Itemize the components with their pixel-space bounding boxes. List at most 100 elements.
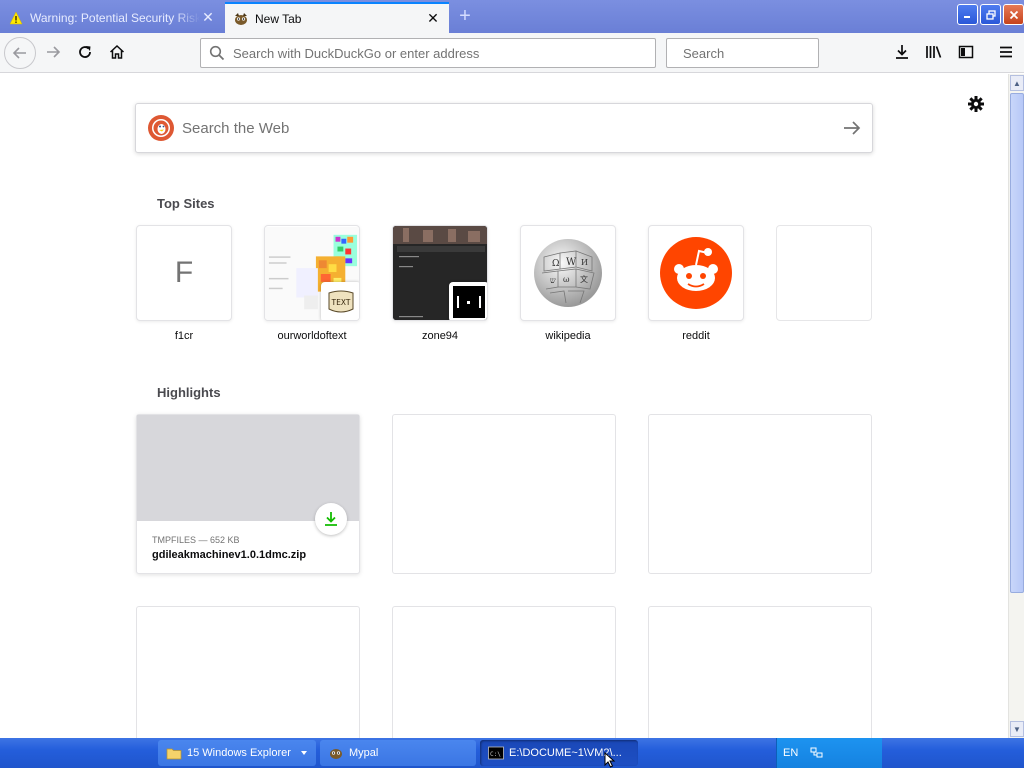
- tab-bar: Warning: Potential Security Risk Ahead ✕…: [0, 0, 1024, 33]
- reload-button[interactable]: [71, 38, 99, 66]
- highlight-thumbnail: [137, 415, 359, 535]
- tab-new-tab[interactable]: New Tab ✕: [225, 2, 449, 33]
- top-site-ourworldoftext[interactable]: TEXT ourworldoftext: [264, 225, 360, 342]
- top-site-tile[interactable]: TEXT: [264, 225, 360, 321]
- windows-taskbar: 15 Windows Explorer Mypal C:\ E:\DOCUME~…: [0, 738, 1024, 768]
- highlight-card-placeholder: [392, 414, 616, 574]
- web-search-input[interactable]: [182, 119, 832, 137]
- top-site-label: ourworldoftext: [277, 330, 347, 342]
- svg-text:ω: ω: [563, 275, 570, 284]
- minimize-button[interactable]: [957, 4, 978, 25]
- svg-text:И: И: [581, 258, 588, 267]
- library-button[interactable]: [920, 38, 948, 66]
- sidebar-button[interactable]: [952, 38, 980, 66]
- web-search-box[interactable]: [135, 103, 873, 153]
- taskbar-item-label: Mypal: [349, 747, 379, 759]
- address-bar[interactable]: [200, 38, 656, 68]
- highlight-card-placeholder: [648, 414, 872, 574]
- search-bar[interactable]: [666, 38, 859, 68]
- hamburger-menu-icon: [1000, 46, 1012, 58]
- vertical-scrollbar[interactable]: ▲ ▼: [1008, 74, 1024, 738]
- navigation-toolbar: [0, 33, 1024, 73]
- search-submit-arrow-icon[interactable]: [832, 108, 872, 148]
- window-controls: [957, 4, 1024, 25]
- reddit-logo-icon: [660, 237, 732, 309]
- top-site-label: wikipedia: [545, 330, 591, 342]
- sidebar-icon: [958, 45, 974, 59]
- svg-text:C:\: C:\: [490, 751, 501, 758]
- mouse-cursor-icon: [604, 752, 616, 768]
- site-letter: F: [174, 256, 194, 289]
- highlight-card-placeholder: [136, 606, 360, 738]
- back-button[interactable]: [4, 37, 36, 69]
- highlights-heading: Highlights: [157, 385, 221, 400]
- top-site-f1cr[interactable]: F f1cr: [136, 225, 232, 342]
- top-site-label: zone94: [421, 330, 459, 342]
- new-tab-page: Top Sites F f1cr TEXT ourworldoftext: [0, 74, 1008, 738]
- warning-icon: [8, 10, 24, 26]
- top-site-wikipedia[interactable]: ΩWИ שω 文 wikipedia: [520, 225, 616, 342]
- svg-text:Ω: Ω: [552, 259, 559, 269]
- restore-button[interactable]: [980, 4, 1001, 25]
- search-input[interactable]: [683, 45, 859, 61]
- duckduckgo-logo-icon: [148, 115, 174, 141]
- forward-arrow-icon: [47, 46, 61, 58]
- new-tab-button[interactable]: +: [454, 6, 476, 28]
- reload-icon: [79, 46, 91, 58]
- top-site-reddit[interactable]: reddit: [648, 225, 744, 342]
- address-input[interactable]: [233, 45, 655, 61]
- zone94-logo-icon: [449, 282, 487, 320]
- mypal-icon: [330, 749, 342, 759]
- ourworldoftext-logo-icon: TEXT: [321, 282, 359, 320]
- search-icon: [209, 45, 225, 61]
- home-button[interactable]: [103, 38, 131, 66]
- system-tray: EN: [776, 738, 882, 768]
- tab-title: Warning: Potential Security Risk Ahead: [30, 10, 200, 25]
- downloads-button[interactable]: [888, 38, 916, 66]
- svg-text:文: 文: [580, 274, 588, 284]
- top-site-empty[interactable]: [776, 225, 872, 330]
- gear-icon[interactable]: [966, 94, 986, 114]
- top-site-tile-placeholder[interactable]: [776, 225, 872, 321]
- top-site-tile[interactable]: [392, 225, 488, 321]
- taskbar-item-mypal[interactable]: Mypal: [320, 740, 476, 766]
- network-icon[interactable]: [810, 747, 824, 759]
- tab-close-icon[interactable]: ✕: [200, 9, 216, 26]
- scroll-down-button[interactable]: ▼: [1010, 721, 1024, 737]
- top-site-label: reddit: [682, 330, 710, 342]
- scroll-up-button[interactable]: ▲: [1010, 75, 1024, 91]
- highlight-card-placeholder: [392, 606, 616, 738]
- wikipedia-globe-icon: Ω W И ש ω 文: [534, 239, 602, 307]
- taskbar-item-windows-explorer[interactable]: 15 Windows Explorer: [158, 740, 316, 766]
- close-window-button[interactable]: [1003, 4, 1024, 25]
- top-site-label: f1cr: [174, 330, 194, 342]
- cmd-icon: C:\: [488, 746, 504, 760]
- top-site-tile[interactable]: F: [136, 225, 232, 321]
- highlight-card[interactable]: TMPFILES — 652 KB gdileakmachinev1.0.1dm…: [136, 414, 360, 574]
- svg-text:TEXT: TEXT: [331, 298, 350, 307]
- scroll-thumb[interactable]: [1010, 93, 1024, 593]
- language-indicator[interactable]: EN: [783, 747, 798, 759]
- top-sites-heading: Top Sites: [157, 196, 215, 211]
- home-icon: [109, 44, 125, 59]
- highlight-card-placeholder: [648, 606, 872, 738]
- top-site-zone94[interactable]: zone94: [392, 225, 488, 342]
- tab-title: New Tab: [255, 11, 302, 26]
- svg-text:W: W: [566, 257, 577, 268]
- top-site-tile[interactable]: ΩWИ שω 文: [520, 225, 616, 321]
- menu-button[interactable]: [992, 38, 1020, 66]
- chevron-down-icon: [301, 751, 307, 755]
- tab-close-icon[interactable]: ✕: [425, 10, 441, 27]
- library-icon: [926, 46, 942, 58]
- back-arrow-icon: [12, 47, 26, 59]
- taskbar-item-label: 15 Windows Explorer: [187, 747, 291, 759]
- folder-icon: [166, 748, 182, 760]
- highlight-title: gdileakmachinev1.0.1dmc.zip: [152, 549, 307, 561]
- forward-button[interactable]: [39, 38, 67, 66]
- tab-security-warning[interactable]: Warning: Potential Security Risk Ahead ✕: [0, 2, 224, 33]
- download-icon: [896, 45, 908, 59]
- svg-text:ש: ש: [550, 276, 556, 285]
- download-icon: [315, 503, 347, 535]
- mypal-icon: [233, 11, 249, 27]
- top-site-tile[interactable]: [648, 225, 744, 321]
